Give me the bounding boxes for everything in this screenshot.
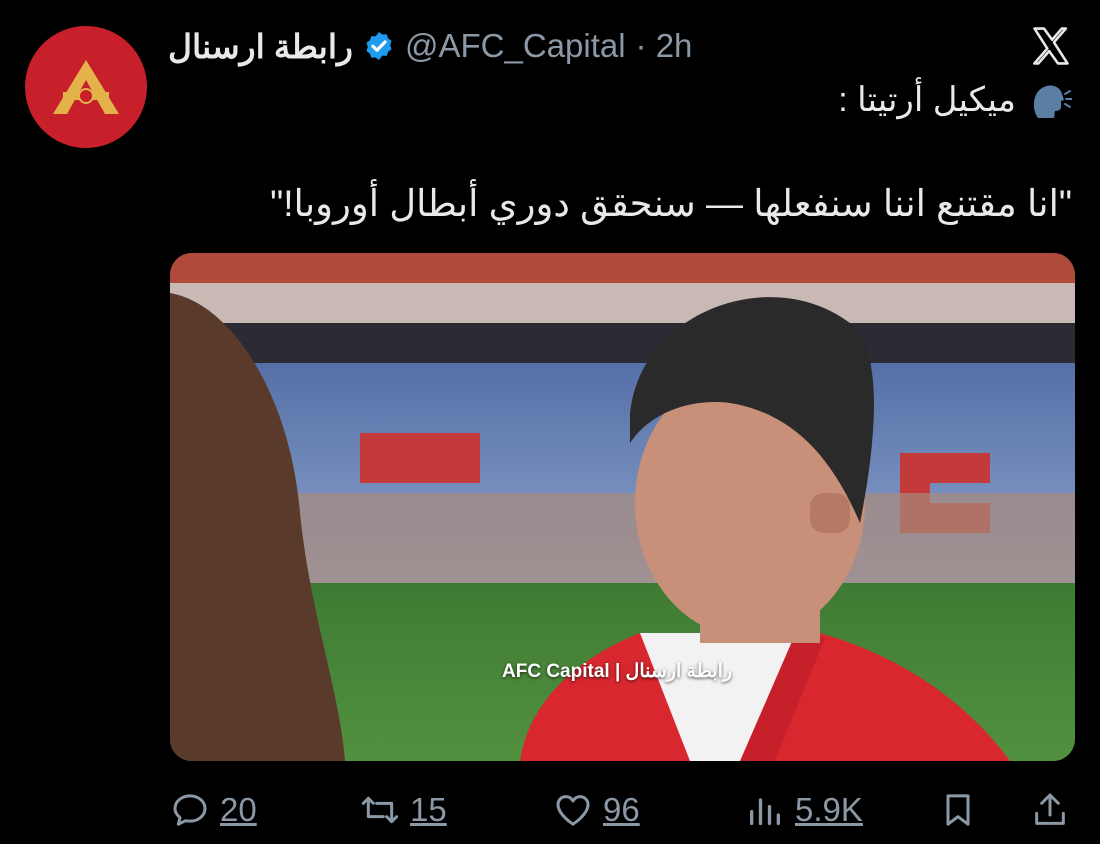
bookmark-icon[interactable] — [938, 790, 978, 830]
tweet-media-image[interactable] — [170, 253, 1075, 761]
avatar[interactable] — [25, 26, 147, 148]
repost-button[interactable]: 15 — [360, 780, 447, 840]
tweet-speaker: ميكيل أرتيتا : — [838, 81, 1016, 119]
view-count: 5.9K — [795, 791, 863, 828]
repost-count: 15 — [410, 791, 447, 828]
views-icon — [750, 798, 780, 825]
verified-badge-icon — [366, 32, 392, 60]
stadium-photo — [170, 253, 1075, 761]
display-name[interactable]: رابطة ارسنال — [168, 27, 353, 66]
reply-count: 20 — [220, 791, 257, 828]
share-icon[interactable] — [1030, 790, 1070, 830]
reply-icon — [173, 794, 207, 826]
like-count: 96 — [603, 791, 640, 828]
reply-button[interactable]: 20 — [170, 780, 257, 840]
heart-icon — [556, 795, 590, 826]
speaking-head-icon — [1033, 85, 1072, 118]
tweet-quote: "انا مقتنع اننا سنفعلها — سنحقق دوري أبط… — [270, 183, 1072, 224]
views-button[interactable]: 5.9K — [745, 780, 863, 840]
action-bar: 20 15 96 5.9K — [0, 780, 1100, 840]
timestamp[interactable]: · 2h — [636, 27, 693, 65]
tweet-text-line-1: ميكيل أرتيتا : — [838, 80, 1072, 120]
media-watermark: AFC Capital | رابطة ارسنال — [502, 661, 733, 682]
x-logo-icon[interactable] — [1028, 24, 1074, 68]
arsenal-logo-icon — [53, 60, 119, 114]
tweet-header: رابطة ارسنال @AFC_Capital · 2h — [168, 24, 692, 68]
handle[interactable]: @AFC_Capital — [405, 27, 626, 65]
repost-icon — [361, 796, 399, 824]
like-button[interactable]: 96 — [553, 780, 640, 840]
